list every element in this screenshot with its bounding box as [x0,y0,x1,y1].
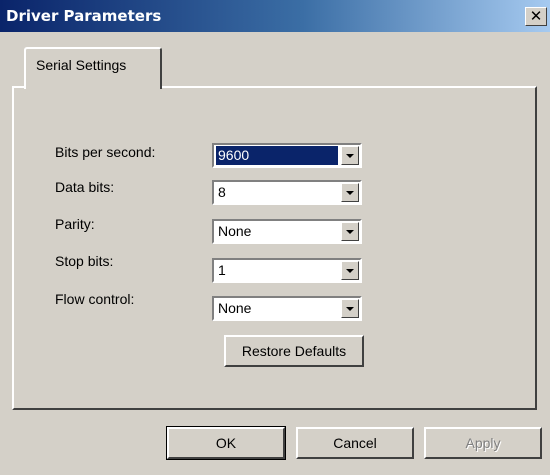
flow-control-value: None [218,300,252,316]
apply-button[interactable]: Apply [424,427,542,459]
cancel-button[interactable]: Cancel [296,427,414,459]
close-button[interactable]: ✕ [525,7,547,26]
dialog-window: Driver Parameters ✕ Serial Settings Bits… [0,0,550,475]
close-icon: ✕ [529,7,543,25]
chevron-down-icon[interactable] [341,222,359,241]
ok-button[interactable]: OK [166,426,286,460]
data-bits-label: Data bits: [55,179,115,195]
stop-bits-label: Stop bits: [55,253,114,269]
tab-serial-settings[interactable]: Serial Settings [24,47,162,89]
stop-bits-select[interactable]: 1 [212,258,362,283]
data-bits-select[interactable]: 8 [212,180,362,205]
stop-bits-value: 1 [218,262,226,278]
restore-defaults-button[interactable]: Restore Defaults [224,335,364,367]
parity-label: Parity: [55,216,95,232]
window-title: Driver Parameters [6,7,162,25]
parity-value: None [218,223,252,239]
chevron-down-icon[interactable] [341,146,359,165]
data-bits-value: 8 [218,184,226,200]
bits-per-second-select[interactable]: 9600 [212,143,362,168]
flow-control-label: Flow control: [55,291,135,307]
chevron-down-icon[interactable] [341,183,359,202]
bits-per-second-value: 9600 [216,146,338,165]
chevron-down-icon[interactable] [341,261,359,280]
parity-select[interactable]: None [212,219,362,244]
bits-per-second-label: Bits per second: [55,144,156,160]
chevron-down-icon[interactable] [341,299,359,318]
title-bar[interactable]: Driver Parameters ✕ [0,0,550,32]
tab-serial-settings-label: Serial Settings [36,57,127,73]
flow-control-select[interactable]: None [212,296,362,321]
